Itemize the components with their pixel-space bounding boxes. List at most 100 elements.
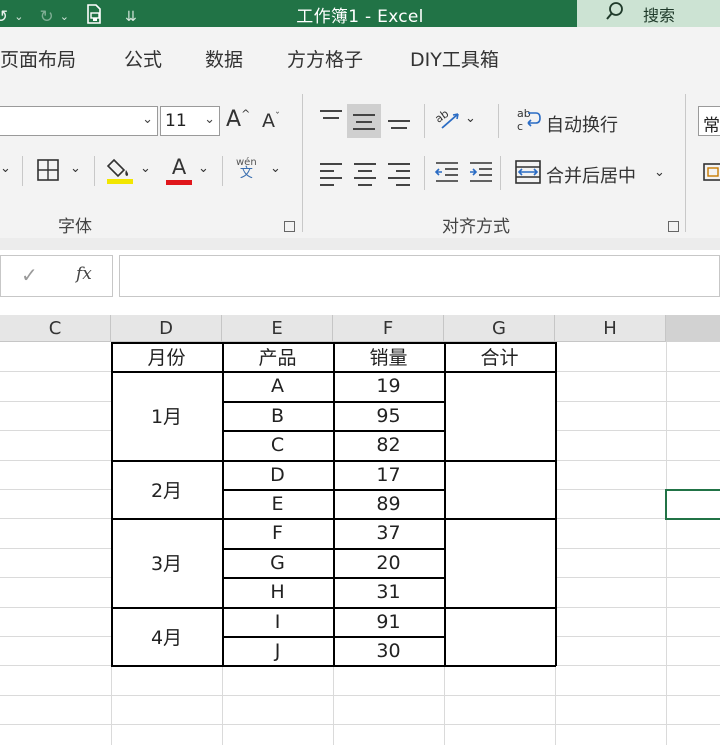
align-middle-icon[interactable] [353, 114, 375, 135]
table-header-cell[interactable]: 产品 [222, 342, 333, 371]
decrease-indent-button[interactable] [434, 160, 460, 188]
total-cell[interactable] [444, 460, 555, 518]
phonetic-button[interactable]: wén 文 [236, 157, 257, 180]
print-preview-icon[interactable] [83, 3, 105, 30]
product-cell[interactable]: I [222, 607, 333, 636]
separator [498, 104, 499, 138]
font-size-combo[interactable]: 11 ⌄ [160, 106, 220, 136]
sales-cell[interactable]: 82 [333, 430, 444, 460]
sales-cell[interactable]: 91 [333, 607, 444, 636]
sales-cell[interactable]: 19 [333, 371, 444, 401]
month-cell[interactable]: 3月 [111, 518, 222, 607]
sales-cell[interactable]: 17 [333, 460, 444, 489]
orientation-button[interactable]: ab [432, 106, 462, 136]
chevron-down-icon[interactable]: ⌄ [654, 165, 665, 180]
separator [500, 156, 501, 190]
font-group-label: 字体 [58, 217, 92, 237]
redo-icon[interactable]: ↻ [39, 7, 53, 27]
total-cell[interactable] [444, 518, 555, 607]
table-header-cell[interactable]: 月份 [111, 342, 222, 371]
product-cell[interactable]: D [222, 460, 333, 489]
column-header-h[interactable]: H [555, 315, 666, 342]
sales-cell[interactable]: 95 [333, 401, 444, 430]
product-cell[interactable]: C [222, 430, 333, 460]
redo-dropdown-icon[interactable]: ⌄ [60, 10, 69, 23]
underline-dropdown-icon[interactable]: ⌄ [0, 161, 11, 176]
borders-button[interactable] [36, 158, 60, 186]
align-bottom-icon[interactable] [388, 120, 410, 134]
product-cell[interactable]: E [222, 489, 333, 518]
gridline-horizontal [0, 695, 720, 696]
table-border-vertical [444, 342, 446, 666]
product-cell[interactable]: A [222, 371, 333, 401]
month-cell[interactable]: 4月 [111, 607, 222, 665]
total-cell[interactable] [444, 371, 555, 460]
chevron-down-icon[interactable]: ⌄ [465, 111, 476, 126]
align-top-icon[interactable] [320, 110, 342, 124]
font-color-letter: A [171, 155, 187, 179]
product-cell[interactable]: G [222, 548, 333, 577]
product-cell[interactable]: B [222, 401, 333, 430]
tab-data[interactable]: 数据 [205, 45, 243, 72]
product-cell[interactable]: F [222, 518, 333, 548]
chevron-down-icon[interactable]: ⌄ [70, 161, 81, 176]
alignment-group-label: 对齐方式 [442, 217, 510, 237]
active-cell[interactable] [665, 489, 720, 520]
fill-color-button[interactable] [106, 156, 134, 190]
product-cell[interactable]: H [222, 577, 333, 607]
month-cell[interactable]: 2月 [111, 460, 222, 518]
chevron-down-icon[interactable]: ⌄ [198, 161, 209, 176]
tab-formulas[interactable]: 公式 [124, 45, 162, 72]
column-header-i[interactable] [666, 315, 720, 342]
font-color-button[interactable]: A [166, 156, 192, 185]
search-box[interactable]: 搜索 [577, 0, 720, 27]
undo-dropdown-icon[interactable]: ⌄ [14, 10, 23, 23]
align-center-icon[interactable] [354, 163, 376, 191]
month-cell[interactable]: 1月 [111, 371, 222, 460]
insert-function-button[interactable]: fx [76, 264, 92, 284]
tab-fangfange[interactable]: 方方格子 [287, 45, 363, 72]
sales-cell[interactable]: 89 [333, 489, 444, 518]
tab-page-layout[interactable]: 页面布局 [0, 45, 76, 72]
currency-format-icon[interactable] [702, 160, 720, 188]
customize-toolbar-icon[interactable]: ⇊ [125, 9, 137, 25]
worksheet-grid[interactable]: 月份 产品 销量 合计 1月 A 19 B 95 C 82 2月 D 17 E 89 3月 F 37 G 20 H 31 4月… [0, 342, 720, 745]
column-header-e[interactable]: E [222, 315, 333, 342]
table-header-cell[interactable]: 销量 [333, 342, 444, 371]
column-header-g[interactable]: G [444, 315, 555, 342]
shrink-font-button[interactable]: Aˇ [262, 110, 280, 132]
separator [424, 156, 425, 190]
svg-text:c: c [517, 120, 523, 132]
formula-bar-area: ✓ fx [0, 238, 720, 315]
formula-input[interactable] [119, 255, 720, 297]
number-format-combo[interactable]: 常 [698, 106, 720, 136]
sales-cell[interactable]: 31 [333, 577, 444, 607]
table-header-cell[interactable]: 合计 [444, 342, 555, 371]
alignment-dialog-launcher-icon[interactable] [668, 221, 679, 232]
align-left-icon[interactable] [320, 163, 342, 191]
group-separator [685, 94, 686, 232]
wrap-text-button[interactable]: ab c [516, 106, 542, 136]
tab-diy-toolbox[interactable]: DIY工具箱 [410, 45, 499, 72]
font-name-combo[interactable]: ⌄ [0, 106, 158, 136]
chevron-down-icon[interactable]: ⌄ [270, 161, 281, 176]
enter-check-icon[interactable]: ✓ [21, 263, 38, 287]
separator [22, 156, 23, 186]
font-dialog-launcher-icon[interactable] [284, 221, 295, 232]
sales-cell[interactable]: 37 [333, 518, 444, 548]
merge-center-button[interactable] [514, 159, 542, 189]
column-header-c[interactable]: C [0, 315, 111, 342]
grow-font-button[interactable]: A^ [226, 107, 250, 132]
sales-cell[interactable]: 20 [333, 548, 444, 577]
column-header-f[interactable]: F [333, 315, 444, 342]
chevron-down-icon[interactable]: ⌄ [140, 161, 151, 176]
product-cell[interactable]: J [222, 636, 333, 665]
align-right-icon[interactable] [388, 163, 410, 191]
total-cell[interactable] [444, 607, 555, 665]
undo-icon[interactable]: ↺ [0, 7, 8, 27]
increase-indent-button[interactable] [468, 160, 494, 188]
column-header-d[interactable]: D [111, 315, 222, 342]
text-orientation-icon: ab [432, 107, 459, 129]
grow-font-letter: A [226, 107, 242, 132]
sales-cell[interactable]: 30 [333, 636, 444, 665]
